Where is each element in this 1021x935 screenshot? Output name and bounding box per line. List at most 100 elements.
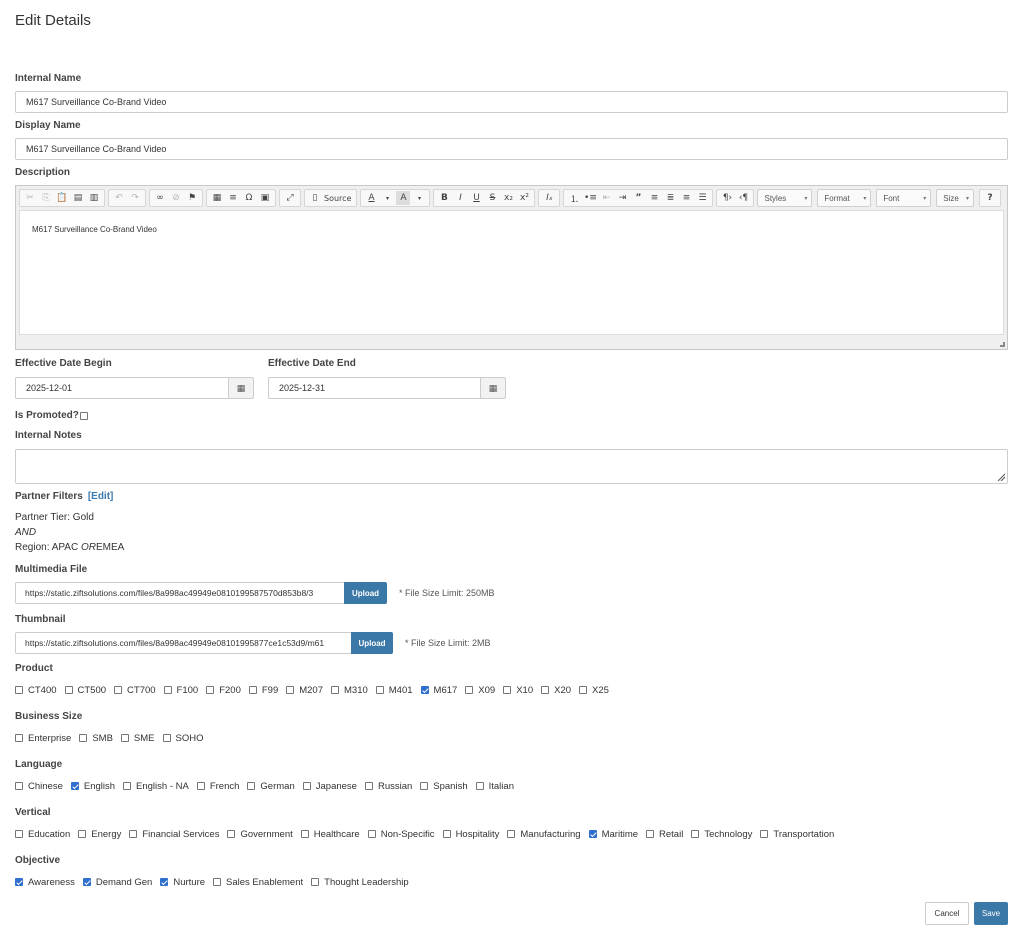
effective-date-begin-input[interactable]: 2025-12-01	[15, 377, 228, 399]
language-checkbox[interactable]	[475, 782, 484, 790]
underline-icon[interactable]: U	[469, 191, 483, 205]
language-option[interactable]: Japanese	[302, 781, 357, 792]
vertical-checkbox[interactable]	[300, 830, 309, 838]
align-center-icon[interactable]: ≣	[663, 191, 677, 205]
internal-name-input[interactable]: M617 Surveillance Co-Brand Video	[15, 91, 1008, 113]
multimedia-url-input[interactable]: https://static.ziftsolutions.com/files/8…	[15, 582, 344, 604]
vertical-option[interactable]: Manufacturing	[507, 829, 581, 840]
calendar-icon[interactable]: ▦	[228, 377, 254, 399]
objective-option[interactable]: Awareness	[15, 877, 75, 888]
blockquote-icon[interactable]: ”	[631, 191, 645, 205]
product-checkbox[interactable]	[503, 686, 512, 694]
outdent-icon[interactable]: ⇤	[599, 191, 613, 205]
vertical-option[interactable]: Government	[227, 829, 293, 840]
language-option[interactable]: German	[247, 781, 295, 792]
vertical-checkbox[interactable]	[129, 830, 138, 838]
align-left-icon[interactable]: ≡	[647, 191, 661, 205]
vertical-checkbox[interactable]	[78, 830, 87, 838]
business-size-option[interactable]: SOHO	[162, 733, 203, 744]
product-checkbox[interactable]	[163, 686, 172, 694]
vertical-option[interactable]: Maritime	[588, 829, 638, 840]
vertical-option[interactable]: Transportation	[760, 829, 834, 840]
objective-checkbox[interactable]	[213, 878, 222, 886]
anchor-flag-icon[interactable]: ⚑	[185, 191, 199, 205]
vertical-option[interactable]: Education	[15, 829, 70, 840]
numbered-list-icon[interactable]: ⒈	[567, 191, 581, 205]
bold-icon[interactable]: B	[437, 191, 451, 205]
product-option[interactable]: M401	[375, 685, 413, 696]
product-checkbox[interactable]	[286, 686, 295, 694]
product-checkbox[interactable]	[15, 686, 23, 694]
italic-icon[interactable]: I	[453, 191, 467, 205]
objective-option[interactable]: Thought Leadership	[311, 877, 409, 888]
language-option[interactable]: Spanish	[420, 781, 468, 792]
product-checkbox[interactable]	[114, 686, 123, 694]
product-checkbox[interactable]	[248, 686, 257, 694]
format-dropdown[interactable]: Format ▾	[817, 189, 872, 207]
vertical-checkbox[interactable]	[227, 830, 236, 838]
undo-icon[interactable]: ↶	[112, 191, 126, 205]
language-option[interactable]: English - NA	[123, 781, 189, 792]
product-checkbox[interactable]	[64, 686, 73, 694]
business-size-option[interactable]: Enterprise	[15, 733, 71, 744]
redo-icon[interactable]: ↷	[128, 191, 142, 205]
product-checkbox[interactable]	[206, 686, 215, 694]
superscript-icon[interactable]: x²	[517, 191, 531, 205]
vertical-checkbox[interactable]	[442, 830, 451, 838]
vertical-checkbox[interactable]	[507, 830, 516, 838]
internal-notes-textarea[interactable]	[15, 449, 1008, 484]
image-icon[interactable]: ▣	[258, 191, 272, 205]
product-option[interactable]: M310	[331, 685, 368, 696]
objective-option[interactable]: Demand Gen	[82, 877, 152, 888]
align-right-icon[interactable]: ≡	[679, 191, 693, 205]
remove-format-icon[interactable]: Iₓ	[542, 191, 556, 205]
vertical-checkbox[interactable]	[588, 830, 597, 838]
language-checkbox[interactable]	[70, 782, 79, 790]
indent-icon[interactable]: ⇥	[615, 191, 629, 205]
resize-grip-icon[interactable]	[997, 473, 1005, 481]
vertical-checkbox[interactable]	[760, 830, 769, 838]
cancel-button[interactable]: Cancel	[925, 902, 969, 925]
vertical-option[interactable]: Energy	[78, 829, 121, 840]
language-option[interactable]: Italian	[475, 781, 514, 792]
bullet-list-icon[interactable]: •≡	[583, 191, 597, 205]
language-checkbox[interactable]	[364, 782, 373, 790]
objective-checkbox[interactable]	[15, 878, 23, 886]
business-size-option[interactable]: SMB	[79, 733, 113, 744]
objective-checkbox[interactable]	[82, 878, 91, 886]
language-option[interactable]: English	[70, 781, 115, 792]
product-option[interactable]: F200	[206, 685, 241, 696]
product-option[interactable]: F100	[163, 685, 198, 696]
vertical-option[interactable]: Healthcare	[300, 829, 360, 840]
maximize-icon[interactable]: ⤢	[283, 191, 297, 205]
business-size-checkbox[interactable]	[120, 734, 129, 742]
product-option[interactable]: X20	[541, 685, 571, 696]
ltr-icon[interactable]: ¶›	[720, 191, 734, 205]
product-checkbox[interactable]	[465, 686, 474, 694]
thumbnail-upload-button[interactable]: Upload	[351, 632, 393, 654]
product-option[interactable]: M207	[286, 685, 323, 696]
styles-dropdown[interactable]: Styles ▾	[757, 189, 813, 207]
multimedia-upload-button[interactable]: Upload	[344, 582, 387, 604]
calendar-icon[interactable]: ▦	[480, 377, 506, 399]
special-char-icon[interactable]: Ω	[242, 191, 256, 205]
product-option[interactable]: X25	[579, 685, 609, 696]
objective-option[interactable]: Sales Enablement	[213, 877, 303, 888]
objective-checkbox[interactable]	[311, 878, 320, 886]
business-size-checkbox[interactable]	[15, 734, 23, 742]
language-option[interactable]: Chinese	[15, 781, 63, 792]
copy-icon[interactable]: ⎘	[39, 191, 53, 205]
objective-checkbox[interactable]	[160, 878, 169, 886]
language-checkbox[interactable]	[247, 782, 256, 790]
strike-icon[interactable]: S	[485, 191, 499, 205]
partner-filters-edit-link[interactable]: [Edit]	[88, 491, 114, 502]
paste-word-icon[interactable]: ▥	[87, 191, 101, 205]
vertical-checkbox[interactable]	[646, 830, 655, 838]
language-checkbox[interactable]	[196, 782, 205, 790]
vertical-option[interactable]: Technology	[691, 829, 752, 840]
vertical-checkbox[interactable]	[15, 830, 23, 838]
business-size-checkbox[interactable]	[79, 734, 88, 742]
vertical-option[interactable]: Hospitality	[442, 829, 499, 840]
subscript-icon[interactable]: x₂	[501, 191, 515, 205]
language-option[interactable]: Russian	[364, 781, 412, 792]
